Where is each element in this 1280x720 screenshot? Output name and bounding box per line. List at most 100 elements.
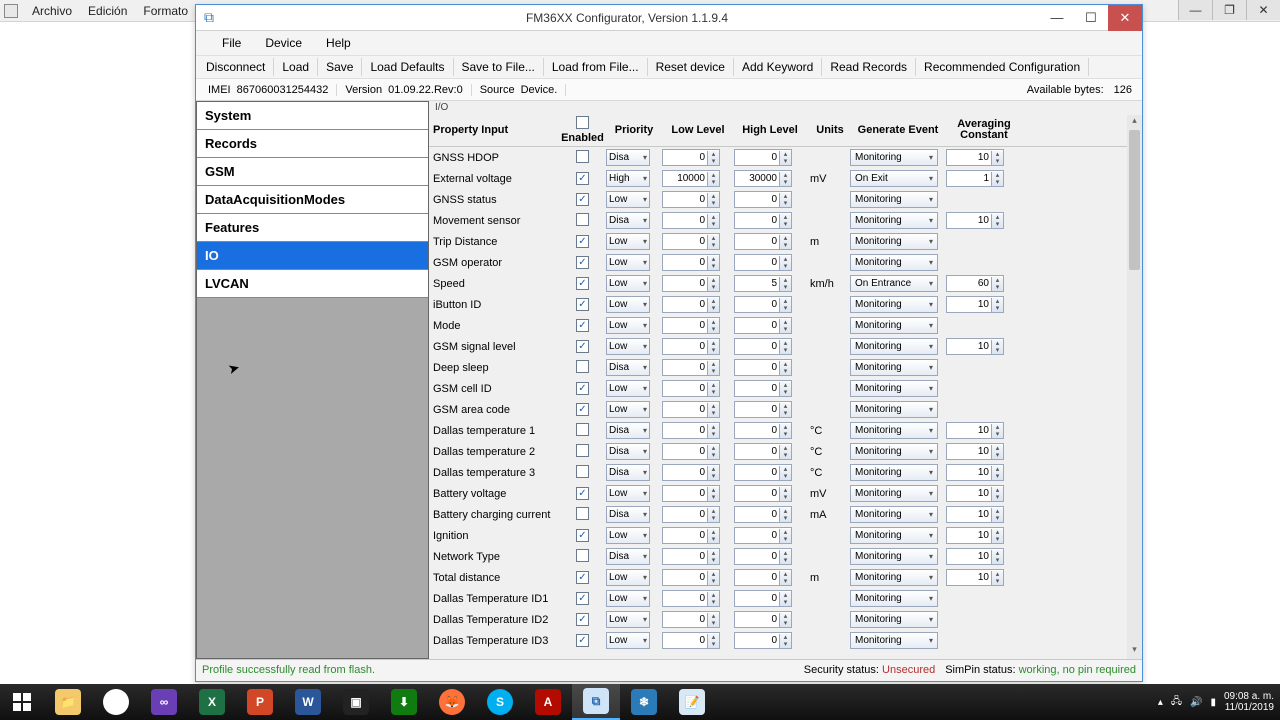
sidebar-item-lvcan[interactable]: LVCAN (197, 270, 428, 298)
generate-event-select[interactable]: Monitoring▾ (850, 317, 938, 334)
priority-select[interactable]: Low▾ (606, 275, 650, 292)
priority-select[interactable]: Low▾ (606, 590, 650, 607)
high-level-input[interactable]: 0▴▾ (734, 338, 792, 355)
priority-select[interactable]: Low▾ (606, 527, 650, 544)
priority-select[interactable]: Disa▾ (606, 464, 650, 481)
generate-event-select[interactable]: Monitoring▾ (850, 527, 938, 544)
high-level-input[interactable]: 0▴▾ (734, 317, 792, 334)
priority-select[interactable]: Disa▾ (606, 443, 650, 460)
system-tray[interactable]: ▴ 🖧 🔊 ▮ 09:08 a. m.11/01/2019 (1158, 691, 1280, 713)
priority-select[interactable]: Low▾ (606, 338, 650, 355)
low-level-input[interactable]: 0▴▾ (662, 359, 720, 376)
priority-select[interactable]: Low▾ (606, 611, 650, 628)
high-level-input[interactable]: 0▴▾ (734, 548, 792, 565)
minimize-button[interactable]: — (1040, 5, 1074, 31)
low-level-input[interactable]: 0▴▾ (662, 506, 720, 523)
outer-close-button[interactable]: ✕ (1246, 0, 1280, 20)
generate-event-select[interactable]: Monitoring▾ (850, 611, 938, 628)
taskbar-word-icon[interactable]: W (284, 684, 332, 720)
outer-minimize-button[interactable]: — (1178, 0, 1212, 20)
high-level-input[interactable]: 0▴▾ (734, 233, 792, 250)
maximize-button[interactable]: ☐ (1074, 5, 1108, 31)
low-level-input[interactable]: 0▴▾ (662, 569, 720, 586)
generate-event-select[interactable]: Monitoring▾ (850, 590, 938, 607)
enabled-checkbox[interactable] (576, 423, 589, 436)
sidebar-item-io[interactable]: IO (197, 242, 428, 270)
close-button[interactable]: ✕ (1108, 5, 1142, 31)
low-level-input[interactable]: 0▴▾ (662, 254, 720, 271)
high-level-input[interactable]: 0▴▾ (734, 611, 792, 628)
scroll-down-icon[interactable]: ▾ (1127, 644, 1142, 659)
low-level-input[interactable]: 0▴▾ (662, 401, 720, 418)
enabled-checkbox[interactable]: ✓ (576, 571, 589, 584)
scroll-thumb[interactable] (1129, 130, 1140, 270)
high-level-input[interactable]: 0▴▾ (734, 632, 792, 649)
priority-select[interactable]: Disa▾ (606, 212, 650, 229)
high-level-input[interactable]: 5▴▾ (734, 275, 792, 292)
priority-select[interactable]: Low▾ (606, 254, 650, 271)
generate-event-select[interactable]: Monitoring▾ (850, 359, 938, 376)
low-level-input[interactable]: 0▴▾ (662, 422, 720, 439)
toolbar-load-from-file-[interactable]: Load from File... (544, 58, 648, 76)
low-level-input[interactable]: 0▴▾ (662, 464, 720, 481)
taskbar-powerpoint-icon[interactable]: P (236, 684, 284, 720)
hdr-enabled-checkbox[interactable] (576, 116, 589, 129)
taskbar-cmd-icon[interactable]: ▣ (332, 684, 380, 720)
generate-event-select[interactable]: Monitoring▾ (850, 506, 938, 523)
generate-event-select[interactable]: Monitoring▾ (850, 212, 938, 229)
avg-constant-input[interactable]: 60▴▾ (946, 275, 1004, 292)
low-level-input[interactable]: 0▴▾ (662, 632, 720, 649)
enabled-checkbox[interactable]: ✓ (576, 235, 589, 248)
enabled-checkbox[interactable] (576, 507, 589, 520)
generate-event-select[interactable]: Monitoring▾ (850, 338, 938, 355)
vertical-scrollbar[interactable]: ▴ ▾ (1127, 115, 1142, 659)
generate-event-select[interactable]: Monitoring▾ (850, 569, 938, 586)
low-level-input[interactable]: 0▴▾ (662, 275, 720, 292)
high-level-input[interactable]: 0▴▾ (734, 254, 792, 271)
enabled-checkbox[interactable]: ✓ (576, 634, 589, 647)
taskbar-configurator-icon[interactable]: ⧉ (572, 684, 620, 720)
avg-constant-input[interactable]: 10▴▾ (946, 548, 1004, 565)
tray-network-icon[interactable]: 🖧 (1171, 694, 1182, 711)
generate-event-select[interactable]: Monitoring▾ (850, 422, 938, 439)
high-level-input[interactable]: 0▴▾ (734, 485, 792, 502)
low-level-input[interactable]: 0▴▾ (662, 485, 720, 502)
taskbar-excel-icon[interactable]: X (188, 684, 236, 720)
priority-select[interactable]: Low▾ (606, 485, 650, 502)
low-level-input[interactable]: 0▴▾ (662, 149, 720, 166)
low-level-input[interactable]: 0▴▾ (662, 527, 720, 544)
low-level-input[interactable]: 0▴▾ (662, 296, 720, 313)
taskbar-chrome-icon[interactable]: ◉ (92, 684, 140, 720)
outer-restore-button[interactable]: ❐ (1212, 0, 1246, 20)
enabled-checkbox[interactable]: ✓ (576, 340, 589, 353)
high-level-input[interactable]: 0▴▾ (734, 506, 792, 523)
enabled-checkbox[interactable] (576, 549, 589, 562)
outer-menu-edicion[interactable]: Edición (80, 2, 135, 20)
enabled-checkbox[interactable]: ✓ (576, 193, 589, 206)
taskbar-firefox-icon[interactable]: 🦊 (428, 684, 476, 720)
priority-select[interactable]: Low▾ (606, 233, 650, 250)
high-level-input[interactable]: 0▴▾ (734, 191, 792, 208)
high-level-input[interactable]: 0▴▾ (734, 569, 792, 586)
priority-select[interactable]: Disa▾ (606, 506, 650, 523)
outer-menu-formato[interactable]: Formato (135, 2, 196, 20)
generate-event-select[interactable]: Monitoring▾ (850, 443, 938, 460)
sidebar-item-records[interactable]: Records (197, 130, 428, 158)
high-level-input[interactable]: 0▴▾ (734, 401, 792, 418)
enabled-checkbox[interactable] (576, 444, 589, 457)
tray-clock[interactable]: 09:08 a. m.11/01/2019 (1224, 691, 1274, 713)
toolbar-save[interactable]: Save (318, 58, 362, 76)
avg-constant-input[interactable]: 10▴▾ (946, 338, 1004, 355)
priority-select[interactable]: Low▾ (606, 296, 650, 313)
sidebar-item-features[interactable]: Features (197, 214, 428, 242)
enabled-checkbox[interactable]: ✓ (576, 592, 589, 605)
enabled-checkbox[interactable]: ✓ (576, 529, 589, 542)
high-level-input[interactable]: 0▴▾ (734, 590, 792, 607)
toolbar-load-defaults[interactable]: Load Defaults (362, 58, 453, 76)
priority-select[interactable]: Disa▾ (606, 359, 650, 376)
outer-menu-archivo[interactable]: Archivo (24, 2, 80, 20)
enabled-checkbox[interactable] (576, 150, 589, 163)
high-level-input[interactable]: 0▴▾ (734, 149, 792, 166)
tray-battery-icon[interactable]: ▮ (1210, 697, 1216, 708)
generate-event-select[interactable]: Monitoring▾ (850, 485, 938, 502)
